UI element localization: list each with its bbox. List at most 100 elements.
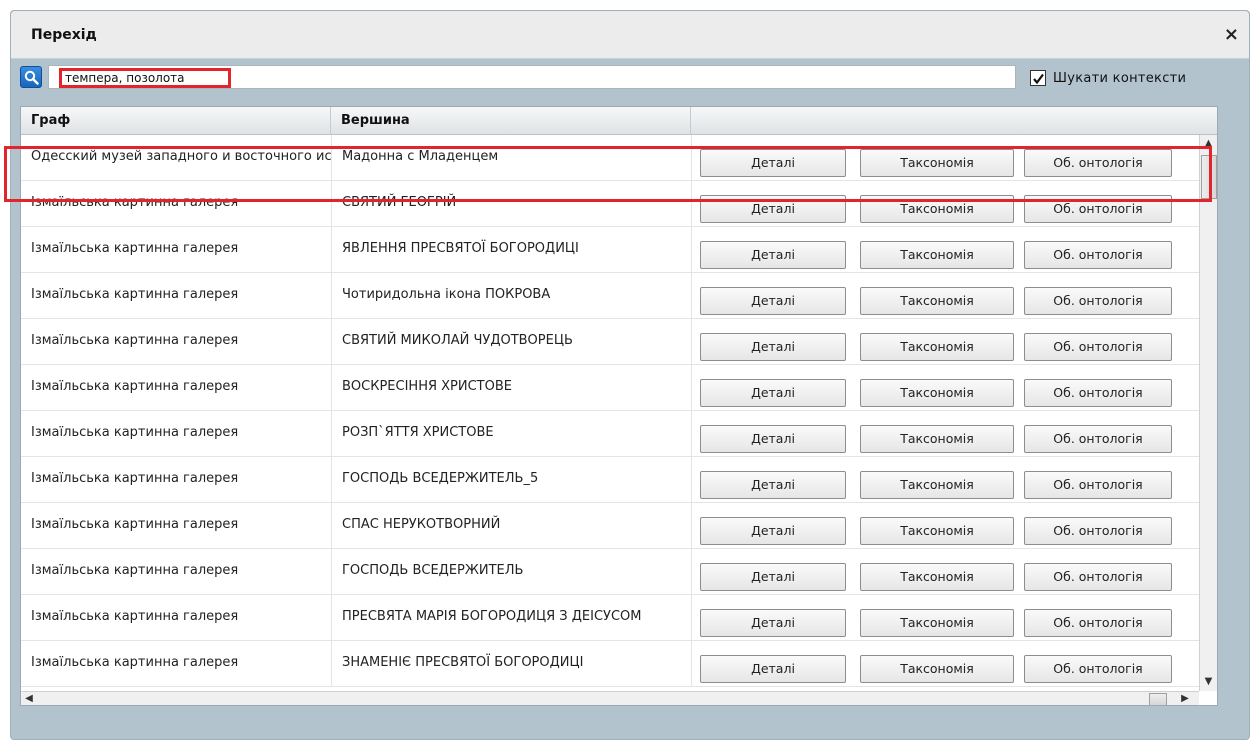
ontology-button[interactable]: Об. онтологія <box>1024 333 1172 361</box>
table-row[interactable]: Ізмаїльська картинна галерея ЯВЛЕННЯ ПРЕС… <box>21 227 1199 273</box>
search-input[interactable] <box>59 68 231 88</box>
scroll-right-icon[interactable]: ▶ <box>1177 691 1193 705</box>
table-row[interactable]: Одесский музей западного и восточного ис… <box>21 135 1199 181</box>
ontology-button[interactable]: Об. онтологія <box>1024 471 1172 499</box>
cell-actions: Деталі Таксономія Об. онтологія <box>691 273 1199 319</box>
context-search-checkbox[interactable] <box>1030 70 1046 86</box>
details-button[interactable]: Деталі <box>700 195 846 223</box>
cell-graph: Ізмаїльська картинна галерея <box>31 379 239 394</box>
cell-actions: Деталі Таксономія Об. онтологія <box>691 503 1199 549</box>
taxonomy-button[interactable]: Таксономія <box>860 241 1014 269</box>
search-button[interactable] <box>20 66 42 88</box>
cell-actions: Деталі Таксономія Об. онтологія <box>691 411 1199 457</box>
cell-vertex: СПАС НЕРУКОТВОРНИЙ <box>331 503 691 549</box>
cell-vertex: РОЗП`ЯТТЯ ХРИСТОВЕ <box>331 411 691 457</box>
horizontal-scrollbar[interactable]: ◀ ▶ <box>21 691 1199 705</box>
cell-actions: Деталі Таксономія Об. онтологія <box>691 641 1199 687</box>
details-button[interactable]: Деталі <box>700 379 846 407</box>
column-header-graph[interactable]: Граф <box>21 107 331 135</box>
ontology-button[interactable]: Об. онтологія <box>1024 609 1172 637</box>
cell-vertex: ЗНАМЕНІЄ ПРЕСВЯТОЇ БОГОРОДИЦІ <box>331 641 691 687</box>
table-row[interactable]: Ізмаїльська картинна галерея ПРЕСВЯТА МАР… <box>21 595 1199 641</box>
taxonomy-button[interactable]: Таксономія <box>860 471 1014 499</box>
details-button[interactable]: Деталі <box>700 655 846 683</box>
cell-graph: Ізмаїльська картинна галерея <box>31 471 239 486</box>
table-row[interactable]: Ізмаїльська картинна галерея ЗНАМЕНІЄ ПРЕ… <box>21 641 1199 687</box>
ontology-button[interactable]: Об. онтологія <box>1024 517 1172 545</box>
ontology-button[interactable]: Об. онтологія <box>1024 655 1172 683</box>
cell-actions: Деталі Таксономія Об. онтологія <box>691 135 1199 181</box>
cell-vertex: ВОСКРЕСІННЯ ХРИСТОВЕ <box>331 365 691 411</box>
taxonomy-button[interactable]: Таксономія <box>860 379 1014 407</box>
table-row[interactable]: Ізмаїльська картинна галерея Чотиридольна… <box>21 273 1199 319</box>
taxonomy-button[interactable]: Таксономія <box>860 609 1014 637</box>
table-row[interactable]: Ізмаїльська картинна галерея СВЯТИЙ МИКОЛ… <box>21 319 1199 365</box>
grid-header: Граф Вершина <box>21 107 1217 135</box>
ontology-button[interactable]: Об. онтологія <box>1024 287 1172 315</box>
grid-rows: Одесский музей западного и восточного ис… <box>21 135 1199 691</box>
details-button[interactable]: Деталі <box>700 333 846 361</box>
taxonomy-button[interactable]: Таксономія <box>860 149 1014 177</box>
context-search-label: Шукати контексти <box>1053 70 1187 86</box>
cell-vertex: ГОСПОДЬ ВСЕДЕРЖИТЕЛЬ_5 <box>331 457 691 503</box>
details-button[interactable]: Деталі <box>700 425 846 453</box>
taxonomy-button[interactable]: Таксономія <box>860 195 1014 223</box>
details-button[interactable]: Деталі <box>700 287 846 315</box>
taxonomy-button[interactable]: Таксономія <box>860 563 1014 591</box>
table-row[interactable]: Ізмаїльська картинна галерея ГОСПОДЬ ВСЕД… <box>21 549 1199 595</box>
cell-vertex: Мадонна с Младенцем <box>331 135 691 181</box>
ontology-button[interactable]: Об. онтологія <box>1024 149 1172 177</box>
cell-graph: Ізмаїльська картинна галерея <box>31 425 239 440</box>
cell-actions: Деталі Таксономія Об. онтологія <box>691 181 1199 227</box>
horizontal-scroll-thumb[interactable] <box>1149 693 1167 705</box>
taxonomy-button[interactable]: Таксономія <box>860 655 1014 683</box>
cell-vertex: ГОСПОДЬ ВСЕДЕРЖИТЕЛЬ <box>331 549 691 595</box>
cell-actions: Деталі Таксономія Об. онтологія <box>691 319 1199 365</box>
cell-graph: Одесский музей западного и восточного ис… <box>31 149 331 164</box>
taxonomy-button[interactable]: Таксономія <box>860 333 1014 361</box>
cell-vertex: ПРЕСВЯТА МАРІЯ БОГОРОДИЦЯ З ДЕІСУСОМ <box>331 595 691 641</box>
ontology-button[interactable]: Об. онтологія <box>1024 241 1172 269</box>
details-button[interactable]: Деталі <box>700 241 846 269</box>
scroll-left-icon[interactable]: ◀ <box>21 691 37 705</box>
taxonomy-button[interactable]: Таксономія <box>860 425 1014 453</box>
cell-graph: Ізмаїльська картинна галерея <box>31 563 239 578</box>
dialog-titlebar: Перехід × <box>11 11 1249 59</box>
column-header-vertex[interactable]: Вершина <box>331 107 691 135</box>
cell-vertex: СВЯТИЙ ГЕОГРІЙ <box>331 181 691 227</box>
scroll-up-icon[interactable]: ▲ <box>1200 135 1217 153</box>
context-search-option[interactable]: Шукати контексти <box>1030 67 1186 89</box>
details-button[interactable]: Деталі <box>700 149 846 177</box>
dialog-title: Перехід <box>31 27 97 43</box>
table-row[interactable]: Ізмаїльська картинна галерея РОЗП`ЯТТЯ ХР… <box>21 411 1199 457</box>
cell-actions: Деталі Таксономія Об. онтологія <box>691 365 1199 411</box>
search-field[interactable] <box>48 65 1016 89</box>
ontology-button[interactable]: Об. онтологія <box>1024 563 1172 591</box>
cell-actions: Деталі Таксономія Об. онтологія <box>691 457 1199 503</box>
close-icon[interactable]: × <box>1224 24 1239 45</box>
ontology-button[interactable]: Об. онтологія <box>1024 195 1172 223</box>
table-row[interactable]: Ізмаїльська картинна галерея ГОСПОДЬ ВСЕД… <box>21 457 1199 503</box>
vertical-scroll-thumb[interactable] <box>1201 155 1217 199</box>
taxonomy-button[interactable]: Таксономія <box>860 517 1014 545</box>
cell-graph: Ізмаїльська картинна галерея <box>31 195 239 210</box>
table-row[interactable]: Ізмаїльська картинна галерея СПАС НЕРУКОТ… <box>21 503 1199 549</box>
cell-actions: Деталі Таксономія Об. онтологія <box>691 595 1199 641</box>
scroll-down-icon[interactable]: ▼ <box>1200 673 1217 691</box>
cell-graph: Ізмаїльська картинна галерея <box>31 655 239 670</box>
details-button[interactable]: Деталі <box>700 471 846 499</box>
column-header-actions <box>691 107 1217 135</box>
cell-graph: Ізмаїльська картинна галерея <box>31 333 239 348</box>
taxonomy-button[interactable]: Таксономія <box>860 287 1014 315</box>
results-grid: Граф Вершина Одесский музей западного и … <box>20 106 1218 706</box>
details-button[interactable]: Деталі <box>700 563 846 591</box>
table-row[interactable]: Ізмаїльська картинна галерея ВОСКРЕСІННЯ … <box>21 365 1199 411</box>
details-button[interactable]: Деталі <box>700 609 846 637</box>
ontology-button[interactable]: Об. онтологія <box>1024 425 1172 453</box>
cell-actions: Деталі Таксономія Об. онтологія <box>691 549 1199 595</box>
table-row[interactable]: Ізмаїльська картинна галерея СВЯТИЙ ГЕОГР… <box>21 181 1199 227</box>
search-icon <box>24 70 39 85</box>
ontology-button[interactable]: Об. онтологія <box>1024 379 1172 407</box>
details-button[interactable]: Деталі <box>700 517 846 545</box>
vertical-scrollbar[interactable]: ▲ ▼ <box>1199 135 1217 691</box>
